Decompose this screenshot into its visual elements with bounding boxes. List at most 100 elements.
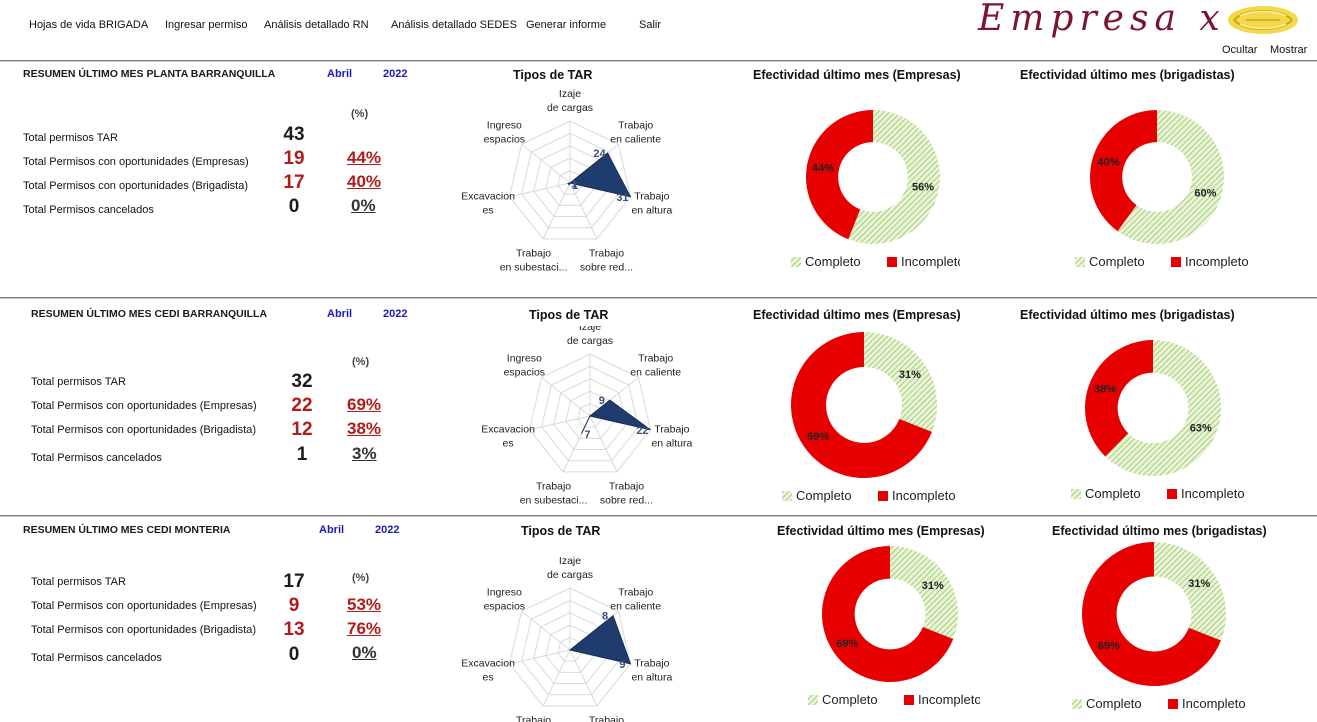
radar-axis-label: Izaje de cargas bbox=[567, 326, 613, 347]
radar-data-label: 22 bbox=[636, 425, 648, 437]
donut-legend: Completo Incompleto bbox=[808, 692, 980, 707]
radar-spoke bbox=[542, 182, 571, 240]
legend-label-incompleto: Incompleto bbox=[892, 488, 956, 503]
radar-spoke bbox=[589, 415, 618, 473]
donut-data-label: 40% bbox=[1098, 156, 1120, 168]
legend-label-completo: Completo bbox=[1086, 696, 1142, 711]
row-label-cancelados: Total Permisos cancelados bbox=[23, 204, 154, 216]
legend-label-incompleto: Incompleto bbox=[1185, 254, 1249, 269]
row-label-oportunidades-brigadista: Total Permisos con oportunidades (Brigad… bbox=[31, 424, 257, 436]
radar-axis-label: Trabajo en caliente bbox=[610, 120, 661, 146]
radar-data-label: 9 bbox=[599, 395, 605, 407]
donut-legend: Completo Incompleto bbox=[782, 488, 956, 503]
radar-axis-label: Trabajosobre red... bbox=[580, 715, 633, 722]
nav-generar-informe[interactable]: Generar informe bbox=[526, 19, 606, 31]
donut-chart-empresas-monteria: 31% 69% Completo Incompleto bbox=[808, 546, 980, 707]
section-title-cedi-monteria: RESUMEN ÚLTIMO MES CEDI MONTERIA bbox=[23, 524, 231, 536]
legend-swatch-incompleto bbox=[878, 491, 888, 501]
donut-legend: Completo Incompleto bbox=[1075, 254, 1249, 269]
radar-chart-cedi-barranquilla: 9 22 7 Izaje de cargas Trabajo en caliente Trab… bbox=[481, 326, 692, 506]
radar-axis-label: Trabajoen subestaci... bbox=[500, 715, 568, 722]
radar-data-label: 7 bbox=[584, 429, 590, 441]
donut-legend: Completo Incompleto bbox=[791, 254, 960, 269]
donut-data-label: 69% bbox=[836, 638, 858, 650]
radar-chart-cedi-monteria: 8 9 Izaje de cargas Trabajo en caliente Trabaj… bbox=[461, 555, 672, 722]
pct-header: (%) bbox=[352, 356, 370, 368]
row-label-cancelados: Total Permisos cancelados bbox=[31, 452, 162, 464]
donut-chart-brigadistas-monteria: 31% 69% Completo Incompleto bbox=[1072, 542, 1246, 711]
donut-chart-empresas-planta: 56% 44% Completo Incompleto bbox=[791, 110, 960, 269]
row-pct-oportunidades-brigadista: 38% bbox=[347, 419, 382, 438]
show-button[interactable]: Mostrar bbox=[1270, 44, 1307, 56]
legend-label-completo: Completo bbox=[822, 692, 878, 707]
legend-swatch-completo bbox=[808, 695, 818, 705]
section-month: Abril bbox=[327, 68, 353, 80]
donut-data-label: 31% bbox=[899, 369, 921, 381]
row-label-cancelados: Total Permisos cancelados bbox=[31, 652, 162, 664]
legend-label-incompleto: Incompleto bbox=[918, 692, 980, 707]
radar-axis-label: Trabajo en altura bbox=[631, 658, 672, 684]
legend-swatch-incompleto bbox=[887, 257, 897, 267]
radar-spoke bbox=[542, 649, 571, 707]
row-value-cancelados: 0 bbox=[288, 196, 300, 217]
divider-2 bbox=[0, 515, 1317, 517]
donut-data-label: 60% bbox=[1194, 188, 1216, 200]
row-label-oportunidades-empresas: Total Permisos con oportunidades (Empres… bbox=[31, 400, 257, 412]
legend-swatch-incompleto bbox=[1168, 699, 1178, 709]
nav-salir[interactable]: Salir bbox=[639, 19, 661, 31]
row-pct-oportunidades-empresas: 69% bbox=[347, 395, 382, 414]
company-logo-icon bbox=[1228, 6, 1298, 34]
section-year: 2022 bbox=[375, 524, 400, 536]
row-pct-oportunidades-empresas: 44% bbox=[347, 148, 382, 167]
row-value-oportunidades-brigadista: 12 bbox=[291, 419, 313, 440]
donut-data-label: 63% bbox=[1190, 423, 1212, 435]
section-title-planta-barranquilla: RESUMEN ÚLTIMO MES PLANTA BARRANQUILLA bbox=[23, 68, 276, 80]
donut-slice-incompleto bbox=[1085, 340, 1153, 457]
radar-data-label: 8 bbox=[602, 611, 608, 623]
radar-axis-label: Trabajoen subestaci... bbox=[520, 481, 588, 506]
row-label-oportunidades-empresas: Total Permisos con oportunidades (Empres… bbox=[23, 156, 249, 168]
legend-swatch-incompleto bbox=[904, 695, 914, 705]
row-label-total-permisos: Total permisos TAR bbox=[31, 376, 126, 388]
nav-analisis-sedes[interactable]: Análisis detallado SEDES bbox=[391, 19, 517, 31]
section-title-cedi-barranquilla: RESUMEN ÚLTIMO MES CEDI BARRANQUILLA bbox=[31, 308, 268, 320]
donut-data-label: 69% bbox=[807, 431, 829, 443]
row-value-oportunidades-brigadista: 13 bbox=[283, 619, 305, 640]
section-year: 2022 bbox=[383, 68, 408, 80]
hide-button[interactable]: Ocultar bbox=[1222, 44, 1257, 56]
legend-swatch-completo bbox=[782, 491, 792, 501]
section-month: Abril bbox=[319, 524, 345, 536]
donut-chart-brigadistas-planta: 60% 40% Completo Incompleto bbox=[1075, 110, 1249, 269]
company-logo-text: Empresa x bbox=[978, 0, 1226, 39]
legend-label-completo: Completo bbox=[1089, 254, 1145, 269]
row-value-oportunidades-brigadista: 17 bbox=[283, 172, 305, 193]
donut-slice-completo bbox=[890, 546, 958, 640]
radar-axis-label: Excavacion es bbox=[461, 658, 515, 684]
radar-axis-label: Ingreso espacios bbox=[484, 120, 525, 146]
donut-chart-brigadistas-cedi-baq: 63% 38% Completo Incompleto bbox=[1071, 340, 1245, 501]
eff-brigadistas-title: Efectividad último mes (brigadistas) bbox=[1020, 308, 1235, 322]
nav-ingresar-permiso[interactable]: Ingresar permiso bbox=[165, 19, 248, 31]
pct-header: (%) bbox=[352, 572, 370, 584]
radar-title: Tipos de TAR bbox=[521, 524, 601, 538]
radar-axis-label: Trabajo en altura bbox=[651, 424, 692, 450]
radar-axis-label: Ingreso espacios bbox=[504, 353, 545, 379]
donut-data-label: 44% bbox=[812, 162, 834, 174]
radar-spoke bbox=[569, 649, 598, 707]
radar-axis-label: Izaje de cargas bbox=[547, 555, 593, 581]
radar-data-label: 9 bbox=[619, 659, 625, 671]
radar-axis-label: Trabajosobre red... bbox=[580, 248, 633, 274]
eff-empresas-title: Efectividad último mes (Empresas) bbox=[777, 524, 985, 538]
nav-analisis-rn[interactable]: Análisis detallado RN bbox=[264, 19, 369, 31]
radar-axis-label: Trabajosobre red... bbox=[600, 481, 653, 506]
nav-hojas-de-vida-brigada[interactable]: Hojas de vida BRIGADA bbox=[29, 19, 148, 31]
donut-slice-completo bbox=[864, 332, 937, 432]
row-pct-oportunidades-empresas: 53% bbox=[347, 595, 382, 614]
eff-brigadistas-title: Efectividad último mes (brigadistas) bbox=[1020, 68, 1235, 82]
donut-legend: Completo Incompleto bbox=[1072, 696, 1246, 711]
divider-top bbox=[0, 60, 1317, 62]
row-value-total-permisos: 43 bbox=[283, 124, 305, 145]
legend-swatch-completo bbox=[1075, 257, 1085, 267]
donut-slice-completo bbox=[1154, 542, 1226, 641]
legend-swatch-completo bbox=[791, 257, 801, 267]
